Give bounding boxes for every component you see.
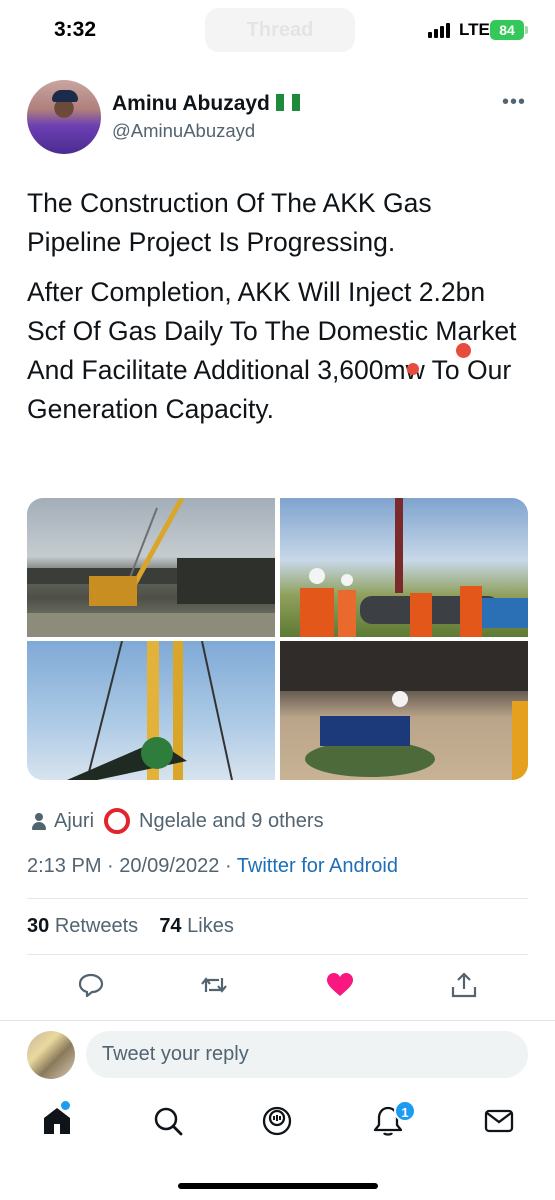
notifications-badge: 1	[394, 1100, 416, 1122]
photo-pipe-lift[interactable]	[27, 641, 275, 780]
meta-separator: ·	[107, 855, 120, 877]
divider	[27, 898, 528, 899]
messages-icon[interactable]	[482, 1104, 516, 1138]
tweet-paragraph-2: After Completion, AKK Will Inject 2.2bn …	[27, 277, 517, 424]
retweets-label: Retweets	[54, 915, 139, 937]
tab-bar	[0, 1096, 555, 1156]
reply-avatar	[27, 1031, 75, 1079]
heart-icon[interactable]	[325, 970, 355, 1000]
share-icon[interactable]	[449, 970, 479, 1000]
tweet-paragraph-1: The Construction Of The AKK Gas Pipeline…	[27, 188, 432, 257]
retweet-icon[interactable]	[199, 970, 229, 1000]
likes-label: Likes	[187, 915, 234, 937]
red-dot-marker	[407, 363, 419, 375]
photo-workers-pipeline[interactable]	[280, 498, 528, 637]
engagement-counts: 30 Retweets 74 Likes	[27, 915, 234, 938]
red-dot-marker	[456, 343, 471, 358]
meta-separator: ·	[224, 855, 237, 877]
tweet-time: 2:13 PM	[27, 855, 102, 877]
battery-tip	[525, 26, 528, 34]
reply-input[interactable]	[86, 1031, 528, 1078]
reply-icon[interactable]	[76, 970, 106, 1000]
author-handle[interactable]: @AminuAbuzayd	[112, 120, 255, 142]
status-time: 3:32	[54, 18, 97, 41]
liked-by-others[interactable]: Ngelale and 9 others	[139, 810, 324, 833]
tweet-date: 20/09/2022	[119, 855, 220, 877]
nigeria-flag-icon	[276, 94, 300, 111]
status-bar: Thread 3:32 LTE 84	[0, 0, 555, 62]
tweet-meta: 2:13 PM · 20/09/2022 · Twitter for Andro…	[27, 855, 398, 878]
photo-welder[interactable]	[280, 641, 528, 780]
red-circle-icon	[104, 808, 130, 834]
more-options-icon[interactable]: •••	[502, 92, 528, 112]
tweet-actions	[0, 966, 555, 1004]
person-icon	[31, 813, 47, 831]
divider	[0, 1020, 555, 1021]
battery-icon: 84	[490, 20, 524, 40]
tweet-text: The Construction Of The AKK Gas Pipeline…	[27, 184, 527, 429]
home-new-dot	[61, 1101, 70, 1110]
likes-count: 74	[159, 915, 182, 937]
home-icon[interactable]	[40, 1104, 74, 1138]
divider	[27, 954, 528, 955]
retweets-count: 30	[27, 915, 50, 937]
spaces-icon[interactable]	[260, 1104, 294, 1138]
author-avatar[interactable]	[27, 80, 101, 154]
photo-crane-pipes[interactable]	[27, 498, 275, 637]
retweets-stat[interactable]: 30 Retweets	[27, 915, 138, 937]
liked-by-name[interactable]: Ajuri	[54, 810, 94, 833]
likes-stat[interactable]: 74 Likes	[159, 915, 234, 937]
network-label: LTE	[459, 20, 490, 39]
avatar-cap	[52, 90, 78, 102]
media-grid	[27, 498, 528, 780]
thread-title-faded: Thread	[205, 8, 355, 52]
search-icon[interactable]	[151, 1104, 185, 1138]
home-indicator	[178, 1183, 378, 1189]
author-name[interactable]: Aminu Abuzayd	[112, 92, 270, 116]
tweet-source-link[interactable]: Twitter for Android	[237, 855, 398, 877]
signal-icon	[428, 22, 452, 38]
